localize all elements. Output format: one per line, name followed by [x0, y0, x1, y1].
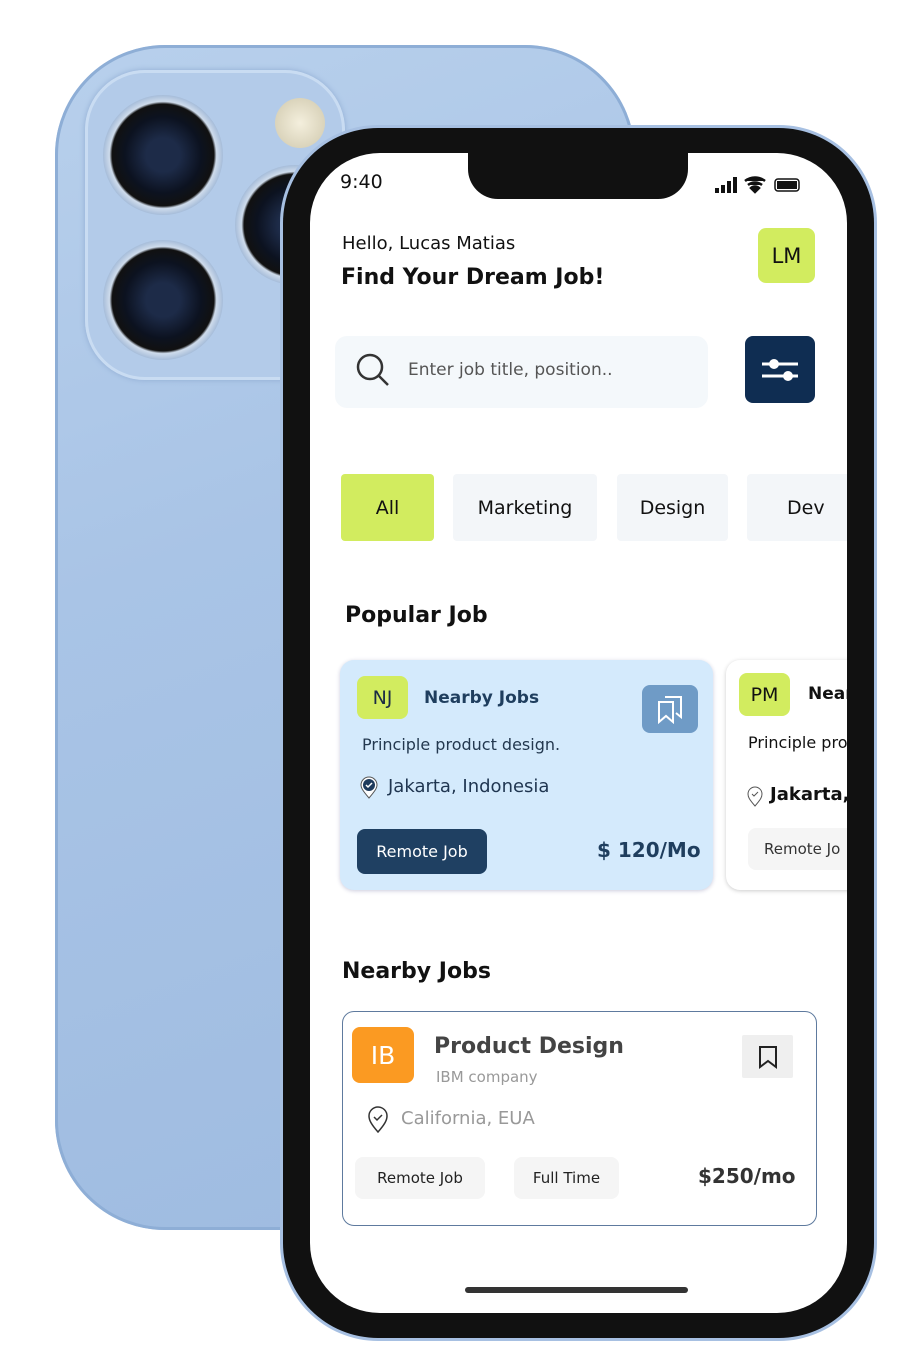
bookmark-button[interactable]	[742, 1035, 793, 1078]
company-name: IBM company	[436, 1068, 538, 1086]
job-role: Principle product design.	[362, 735, 561, 754]
popular-job-card[interactable]: NJ Nearby Jobs Principle product design.…	[340, 660, 713, 890]
status-time: 9:40	[340, 171, 383, 193]
job-tag[interactable]: Remote Job	[357, 829, 487, 874]
popular-job-card[interactable]: PM Near Principle pro Jakarta, Remote Jo	[726, 660, 847, 890]
status-icons	[715, 176, 800, 194]
popular-title: Popular Job	[345, 603, 488, 628]
sliders-icon	[762, 358, 798, 381]
job-tag[interactable]: Remote Jo	[748, 828, 847, 870]
company-logo: PM	[739, 673, 790, 716]
flash	[275, 98, 325, 148]
bookmark-button[interactable]	[642, 685, 698, 733]
job-location: California, EUA	[401, 1108, 535, 1129]
location-check-icon	[368, 1106, 388, 1134]
job-salary: $250/mo	[698, 1164, 796, 1188]
search-icon	[356, 353, 389, 386]
page-title: Find Your Dream Job!	[341, 265, 605, 290]
category-design[interactable]: Design	[617, 474, 728, 541]
job-location: Jakarta,	[770, 784, 847, 805]
job-salary: $ 120/Mo	[597, 838, 701, 862]
job-location: Jakarta, Indonesia	[388, 776, 550, 797]
nearby-job-card[interactable]: IB Product Design IBM company California…	[342, 1011, 817, 1226]
search-placeholder: Enter job title, position..	[408, 360, 613, 380]
location-check-icon	[360, 776, 378, 799]
location-check-icon	[747, 786, 763, 807]
company-logo: IB	[352, 1027, 414, 1083]
job-tag-fulltime[interactable]: Full Time	[514, 1157, 619, 1199]
bookmark-icon	[758, 1045, 777, 1069]
category-marketing[interactable]: Marketing	[453, 474, 597, 541]
greeting: Hello, Lucas Matias	[342, 233, 516, 254]
camera-lens	[103, 240, 223, 360]
search-input[interactable]: Enter job title, position..	[335, 336, 708, 408]
company-logo: NJ	[357, 676, 408, 719]
category-dev[interactable]: Dev	[747, 474, 847, 541]
home-indicator[interactable]	[465, 1287, 688, 1293]
company-name: Nearby Jobs	[424, 688, 540, 708]
company-name: Near	[808, 684, 847, 704]
nearby-title: Nearby Jobs	[342, 959, 491, 984]
notch	[468, 153, 688, 199]
app-screen: 9:40 Hello, Lucas Matias Find Your Dream…	[310, 153, 847, 1313]
job-role: Principle pro	[748, 733, 847, 752]
job-tag-remote[interactable]: Remote Job	[355, 1157, 485, 1199]
job-title: Product Design	[434, 1034, 624, 1059]
filter-button[interactable]	[745, 336, 815, 403]
bookmarks-icon	[658, 696, 682, 724]
avatar[interactable]: LM	[758, 228, 815, 283]
category-all[interactable]: All	[341, 474, 434, 541]
camera-lens	[103, 95, 223, 215]
